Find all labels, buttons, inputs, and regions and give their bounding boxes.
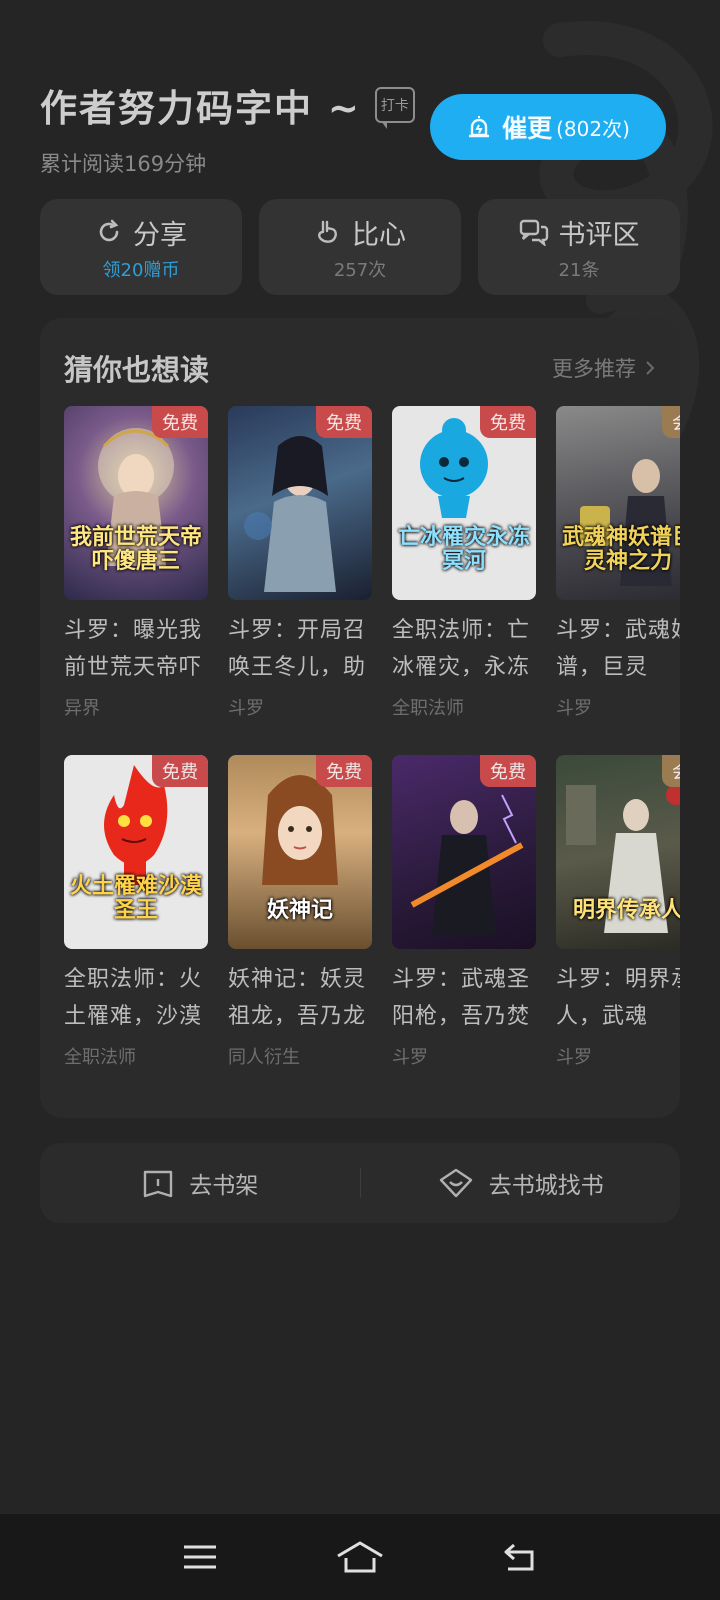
book-category: 斗罗: [392, 1047, 428, 1068]
book-category: 斗罗: [556, 1047, 592, 1068]
bookshelf-icon: [144, 1170, 173, 1198]
alarm-icon: [469, 116, 490, 138]
book-category: 全职法师: [392, 698, 464, 719]
share-icon: [99, 219, 119, 242]
go-bookshelf-button[interactable]: 去书架: [40, 1143, 360, 1223]
chevron-right-icon: [646, 361, 655, 375]
heart-label: 比心: [352, 219, 406, 251]
book-title: 斗罗：武魂圣阳枪，吾乃焚: [392, 967, 531, 1029]
review-area-button[interactable]: 书评区 21条: [478, 199, 680, 295]
book-title: 斗罗：曝光我前世荒天帝吓: [64, 618, 203, 680]
urge-label: 催更: [502, 114, 553, 143]
book-cover: 免费 火土罹难沙漠圣王: [64, 755, 208, 949]
back-icon: [504, 1543, 534, 1571]
comment-icon: [519, 219, 548, 246]
book-title: 斗罗：开局召唤王冬儿，助: [228, 618, 367, 680]
free-badge: 免费: [316, 406, 372, 438]
book-category: 全职法师: [64, 1047, 136, 1068]
book-card[interactable]: 免费 斗罗：开局召唤王冬儿，助 斗罗: [228, 406, 372, 720]
book-title: 全职法师：火土罹难，沙漠: [64, 967, 203, 1029]
action-row: 分享 领20赠币 比心 257次 书评区 21条: [40, 199, 680, 295]
book-cover: 免费 亡冰罹灾永冻冥河: [392, 406, 536, 600]
free-badge: 免费: [480, 755, 536, 787]
book-cover: 免费 我前世荒天帝吓傻唐三: [64, 406, 208, 600]
review-count: 21条: [558, 259, 600, 281]
book-title: 斗罗：武魂妖谱，巨灵: [556, 618, 680, 680]
cover-title: 火土罹难沙漠圣王: [70, 874, 203, 923]
book-cover: 免费: [392, 755, 536, 949]
menu-icon: [184, 1545, 216, 1569]
free-badge: 免费: [316, 755, 372, 787]
bottom-action-bar: 去书架 去书城找书: [40, 1143, 680, 1223]
free-badge: 免费: [152, 755, 208, 787]
book-cover: 免费 妖神记: [228, 755, 372, 949]
cover-title: 亡冰罹灾永冻冥河: [398, 525, 531, 574]
go-bookstore-button[interactable]: 去书城找书: [361, 1143, 681, 1223]
checkin-button[interactable]: 打卡: [374, 87, 415, 129]
free-badge: 免费: [480, 406, 536, 438]
book-cover: 会 武魂神妖谱巨灵神之力: [556, 406, 680, 600]
book-card[interactable]: 免费 妖神记 妖神记：妖灵祖龙，吾乃龙 同人衍生: [228, 755, 372, 1069]
share-button[interactable]: 分享 领20赠币: [40, 199, 242, 295]
go-bookstore-label: 去书城找书: [488, 1173, 604, 1199]
book-title: 全职法师：亡冰罹灾，永冻: [392, 618, 531, 680]
home-nav-button[interactable]: [328, 1525, 392, 1589]
book-category: 斗罗: [228, 698, 264, 719]
book-card[interactable]: 免费 火土罹难沙漠圣王 全职法师：火土罹难，沙漠 全职法师: [64, 755, 208, 1069]
book-card[interactable]: 会 明界传承人 斗罗：明界承人，武魂 斗罗: [556, 755, 680, 1069]
book-card[interactable]: 免费 我前世荒天帝吓傻唐三 斗罗：曝光我前世荒天帝吓 异界: [64, 406, 208, 720]
go-bookshelf-label: 去书架: [189, 1173, 259, 1199]
heart-button[interactable]: 比心 257次: [259, 199, 461, 295]
urge-count: (802次): [556, 116, 630, 141]
heart-count: 257次: [333, 259, 387, 281]
book-card[interactable]: 免费 亡冰罹灾永冻冥河 全职法师：亡冰罹灾，永冻 全职法师: [392, 406, 536, 720]
heart-hand-icon: [318, 220, 337, 243]
more-recommend-label: 更多推荐: [552, 357, 636, 381]
book-cover: 会 明界传承人: [556, 755, 680, 949]
more-recommend-link[interactable]: 更多推荐: [552, 353, 656, 383]
urge-update-button[interactable]: 催更 (802次): [430, 94, 666, 160]
page-title: 作者努力码字中 ~: [40, 87, 361, 130]
review-label: 书评区: [558, 219, 640, 251]
home-icon: [337, 1541, 383, 1573]
book-category: 同人衍生: [228, 1047, 300, 1068]
free-badge: 免费: [152, 406, 208, 438]
bookstore-icon: [439, 1168, 472, 1198]
book-card[interactable]: 会 武魂神妖谱巨灵神之力 斗罗：武魂妖谱，巨灵 斗罗: [556, 406, 680, 720]
menu-nav-button[interactable]: [168, 1525, 232, 1589]
book-card[interactable]: 免费 斗罗：武魂圣阳枪，吾乃焚 斗罗: [392, 755, 536, 1069]
share-label: 分享: [133, 219, 187, 251]
cover-title: 我前世荒天帝吓傻唐三: [70, 525, 203, 574]
cover-title: 妖神记: [266, 898, 333, 923]
book-cover: 免费: [228, 406, 372, 600]
cover-title: 明界传承人: [572, 898, 680, 923]
share-reward: 领20赠币: [102, 259, 180, 281]
book-title: 妖神记：妖灵祖龙，吾乃龙: [228, 967, 367, 1029]
header: 作者努力码字中 ~ 打卡 累计阅读169分钟 催更 (802次): [40, 78, 680, 188]
book-category: 异界: [64, 698, 100, 719]
vip-badge: 会: [662, 406, 680, 438]
recommend-panel: 猜你也想读 更多推荐 免费 我前世荒天帝吓傻唐三 斗罗：曝光我前世荒天帝吓 异界: [40, 318, 680, 1118]
cover-title: 武魂神妖谱巨灵神之力: [562, 525, 680, 574]
recommend-title: 猜你也想读: [64, 353, 210, 387]
system-nav-bar: [0, 1514, 720, 1600]
back-nav-button[interactable]: [488, 1525, 552, 1589]
vip-badge: 会: [662, 755, 680, 787]
book-category: 斗罗: [556, 698, 592, 719]
book-title: 斗罗：明界承人，武魂: [556, 967, 680, 1029]
